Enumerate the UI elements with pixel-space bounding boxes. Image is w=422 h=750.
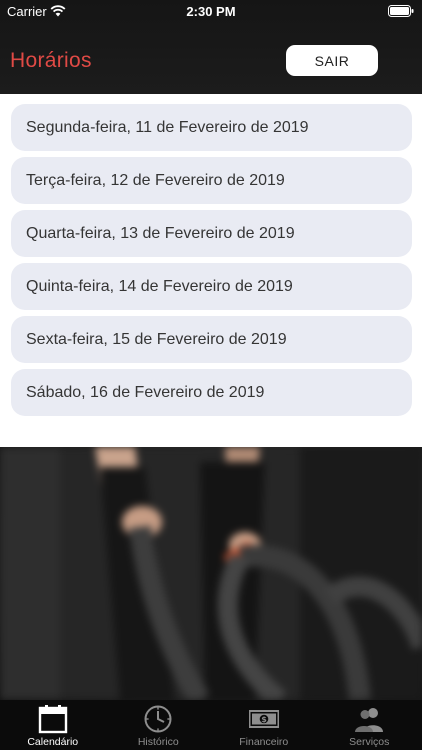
day-item[interactable]: Segunda-feira, 11 de Fevereiro de 2019 (11, 104, 412, 151)
tab-label: Serviços (349, 736, 390, 748)
tab-calendario[interactable]: Calendário (0, 700, 106, 750)
tab-label: Histórico (137, 736, 179, 748)
page-title: Horários (10, 49, 92, 72)
money-icon: $ (248, 710, 279, 728)
background-photo (0, 447, 422, 700)
day-item[interactable]: Quarta-feira, 13 de Fevereiro de 2019 (11, 210, 412, 257)
people-icon (355, 708, 384, 732)
logout-button[interactable]: SAIR (286, 45, 378, 76)
day-item[interactable]: Sexta-feira, 15 de Fevereiro de 2019 (11, 316, 412, 363)
clock-icon (144, 705, 172, 733)
clock-time: 2:30 PM (186, 4, 236, 19)
tab-bar: Calendário Histórico $ Financeiro Serviç… (0, 700, 422, 750)
tab-servicos[interactable]: Serviços (317, 700, 422, 750)
day-item[interactable]: Sábado, 16 de Fevereiro de 2019 (11, 369, 412, 416)
battery-icon (388, 5, 414, 17)
day-item[interactable]: Terça-feira, 12 de Fevereiro de 2019 (11, 157, 412, 204)
day-item[interactable]: Quinta-feira, 14 de Fevereiro de 2019 (11, 263, 412, 310)
tab-financeiro[interactable]: $ Financeiro (211, 700, 317, 750)
day-list: Segunda-feira, 11 de Fevereiro de 2019 T… (11, 104, 412, 422)
calendar-icon (38, 705, 67, 734)
tab-label: Financeiro (239, 736, 289, 748)
status-bar: Carrier 2:30 PM (0, 0, 422, 24)
schedule-list-area: Segunda-feira, 11 de Fevereiro de 2019 T… (0, 94, 422, 447)
tab-label: Calendário (27, 736, 79, 748)
battle-ropes-image (0, 447, 422, 700)
header: Carrier 2:30 PM Horários SAIR (0, 0, 422, 94)
svg-text:$: $ (261, 715, 267, 724)
tab-historico[interactable]: Histórico (106, 700, 212, 750)
